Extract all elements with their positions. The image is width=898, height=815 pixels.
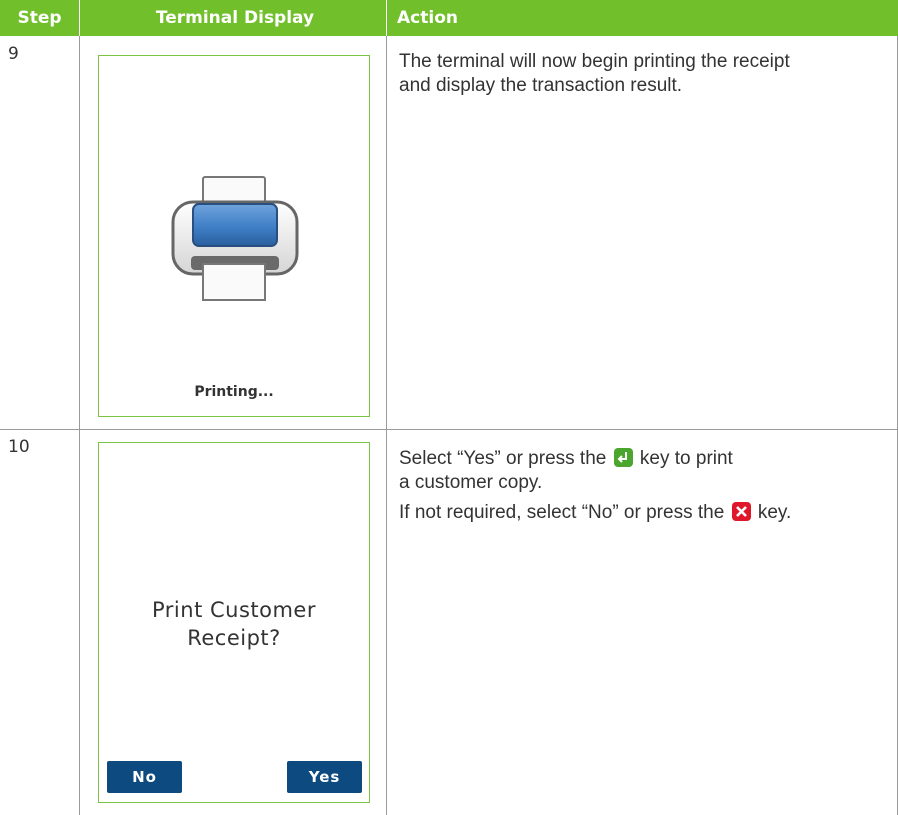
- action-text-step-10: Select “Yes” or press the key to print a…: [399, 447, 889, 525]
- header-divider: [79, 0, 80, 36]
- print-receipt-prompt-line1: Print Customer: [152, 598, 316, 622]
- step-number: 9: [8, 44, 19, 64]
- printer-icon: [171, 176, 299, 301]
- table-header: Step Terminal Display Action: [0, 0, 898, 36]
- printing-label: Printing...: [194, 384, 274, 400]
- cancel-key-icon: [731, 502, 751, 521]
- action-line: If not required, select “No” or press th…: [399, 501, 889, 525]
- action-text-segment: Select “Yes” or press the: [399, 448, 607, 469]
- action-text-step-9: The terminal will now begin printing the…: [399, 50, 889, 98]
- print-receipt-prompt-line2: Receipt?: [187, 626, 281, 650]
- step-number: 10: [8, 437, 30, 457]
- action-line: Select “Yes” or press the key to print: [399, 447, 889, 471]
- header-divider: [386, 0, 387, 36]
- row-divider: [0, 429, 898, 430]
- action-line: and display the transaction result.: [399, 75, 683, 96]
- terminal-screen-print-receipt: Print Customer Receipt? No Yes: [98, 442, 370, 803]
- no-button[interactable]: No: [107, 761, 182, 793]
- terminal-screen-printing: Printing...: [98, 55, 370, 417]
- header-action: Action: [397, 8, 458, 28]
- enter-key-icon: [613, 448, 633, 467]
- action-text-segment: If not required, select “No” or press th…: [399, 502, 725, 523]
- action-line: The terminal will now begin printing the…: [399, 51, 790, 72]
- column-divider: [79, 36, 80, 815]
- header-terminal-display: Terminal Display: [155, 8, 315, 28]
- action-line: a customer copy.: [399, 472, 543, 493]
- yes-button[interactable]: Yes: [287, 761, 362, 793]
- instruction-table: Step Terminal Display Action 9 Printing.…: [0, 0, 898, 815]
- column-divider: [386, 36, 387, 815]
- header-step: Step: [17, 8, 62, 28]
- action-text-segment: key.: [757, 502, 792, 523]
- action-text-segment: key to print: [639, 448, 733, 469]
